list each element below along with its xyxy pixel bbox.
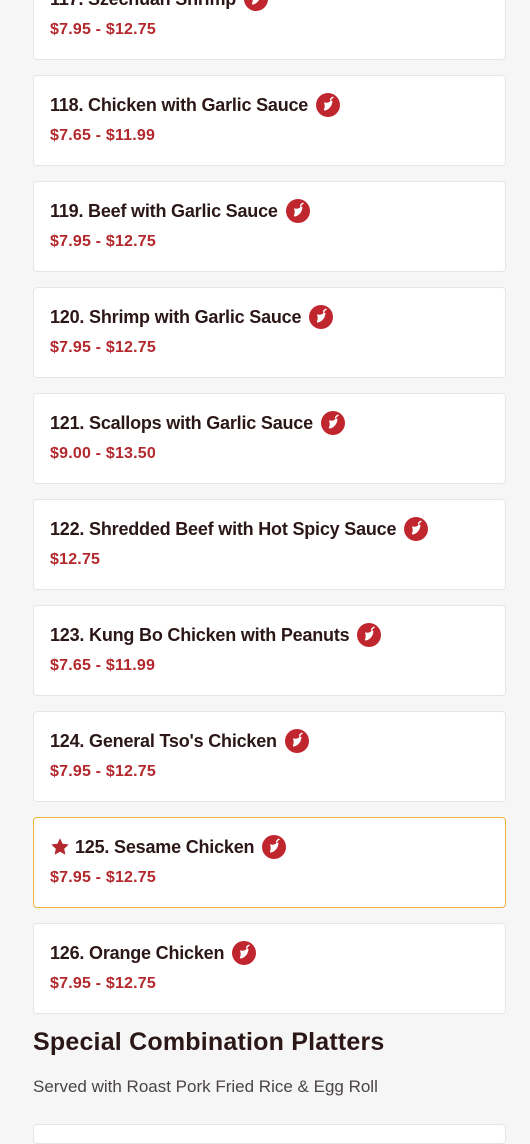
section-subtitle: Served with Roast Pork Fried Rice & Egg … xyxy=(33,1077,378,1096)
star-icon xyxy=(50,837,70,857)
chili-pepper-icon xyxy=(285,199,310,223)
chili-pepper-icon xyxy=(316,93,341,117)
menu-item-card[interactable]: 123. Kung Bo Chicken with Peanuts $7.65 -… xyxy=(33,605,506,696)
menu-item-name: 121. Scallops with Garlic Sauce xyxy=(50,412,313,433)
menu-item-name-row: 123. Kung Bo Chicken with Peanuts xyxy=(50,620,489,650)
menu-item-name: 125. Sesame Chicken xyxy=(75,836,255,857)
menu-item-name: 120. Shrimp with Garlic Sauce xyxy=(50,306,302,327)
menu-item-name-row: 118. Chicken with Garlic Sauce xyxy=(50,90,489,120)
chili-pepper-icon xyxy=(232,941,257,965)
chili-pepper-icon xyxy=(262,835,287,859)
menu-item-card[interactable]: 122. Shredded Beef with Hot Spicy Sauce $… xyxy=(33,499,506,590)
menu-item-price: $9.00 - $13.50 xyxy=(50,445,156,462)
menu-item-name-row: 119. Beef with Garlic Sauce xyxy=(50,196,489,226)
menu-item-price: $7.95 - $12.75 xyxy=(50,869,156,886)
menu-item-price: $7.95 - $12.75 xyxy=(50,339,156,356)
chili-pepper-icon xyxy=(404,517,429,541)
menu-item-card[interactable]: 126. Orange Chicken $7.95 - $12.75 xyxy=(33,923,506,1014)
menu-item-price: $7.95 - $12.75 xyxy=(50,233,156,250)
menu-item-card[interactable]: 121. Scallops with Garlic Sauce $9.00 - $… xyxy=(33,393,506,484)
chili-pepper-icon xyxy=(309,305,334,329)
menu-item-name: 117. Szechuan Shrimp xyxy=(50,0,236,10)
menu-item-price: $7.95 - $12.75 xyxy=(50,21,156,38)
menu-item-list: 117. Szechuan Shrimp $7.95 - $12.75 118. C… xyxy=(33,0,506,1029)
menu-item-card[interactable] xyxy=(33,1124,506,1144)
menu-item-price: $12.75 xyxy=(50,551,101,568)
chili-pepper-icon xyxy=(244,0,269,11)
section-title: Special Combination Platters xyxy=(33,1028,385,1056)
menu-item-name-row: 122. Shredded Beef with Hot Spicy Sauce xyxy=(50,514,489,544)
menu-item-card[interactable]: 118. Chicken with Garlic Sauce $7.65 - $1… xyxy=(33,75,506,166)
menu-item-price: $7.65 - $11.99 xyxy=(50,657,156,674)
menu-item-card[interactable]: 117. Szechuan Shrimp $7.95 - $12.75 xyxy=(33,0,506,60)
menu-item-price: $7.65 - $11.99 xyxy=(50,127,156,144)
chili-pepper-icon xyxy=(320,411,345,435)
menu-item-card[interactable]: 124. General Tso's Chicken $7.95 - $12.75 xyxy=(33,711,506,802)
menu-item-price: $7.95 - $12.75 xyxy=(50,975,156,992)
menu-item-name-row: 121. Scallops with Garlic Sauce xyxy=(50,408,489,438)
menu-item-name: 123. Kung Bo Chicken with Peanuts xyxy=(50,624,350,645)
menu-item-card[interactable]: 120. Shrimp with Garlic Sauce $7.95 - $12… xyxy=(33,287,506,378)
menu-item-name: 119. Beef with Garlic Sauce xyxy=(50,200,278,221)
menu-item-name-row: 124. General Tso's Chicken xyxy=(50,726,489,756)
menu-item-name-row: 126. Orange Chicken xyxy=(50,938,489,968)
menu-item-name: 118. Chicken with Garlic Sauce xyxy=(50,94,309,115)
menu-item-name: 124. General Tso's Chicken xyxy=(50,730,277,751)
menu-item-card[interactable]: 119. Beef with Garlic Sauce $7.95 - $12.7… xyxy=(33,181,506,272)
chili-pepper-icon xyxy=(357,623,382,647)
menu-item-name-row: 117. Szechuan Shrimp xyxy=(50,0,489,14)
chili-pepper-icon xyxy=(284,729,309,753)
menu-item-name-row: 120. Shrimp with Garlic Sauce xyxy=(50,302,489,332)
menu-item-name: 126. Orange Chicken xyxy=(50,942,225,963)
menu-item-card[interactable]: 125. Sesame Chicken $7.95 - $12.75 xyxy=(33,817,506,908)
menu-item-name-row: 125. Sesame Chicken xyxy=(50,832,489,862)
menu-item-name: 122. Shredded Beef with Hot Spicy Sauce xyxy=(50,518,397,539)
menu-item-price: $7.95 - $12.75 xyxy=(50,763,156,780)
